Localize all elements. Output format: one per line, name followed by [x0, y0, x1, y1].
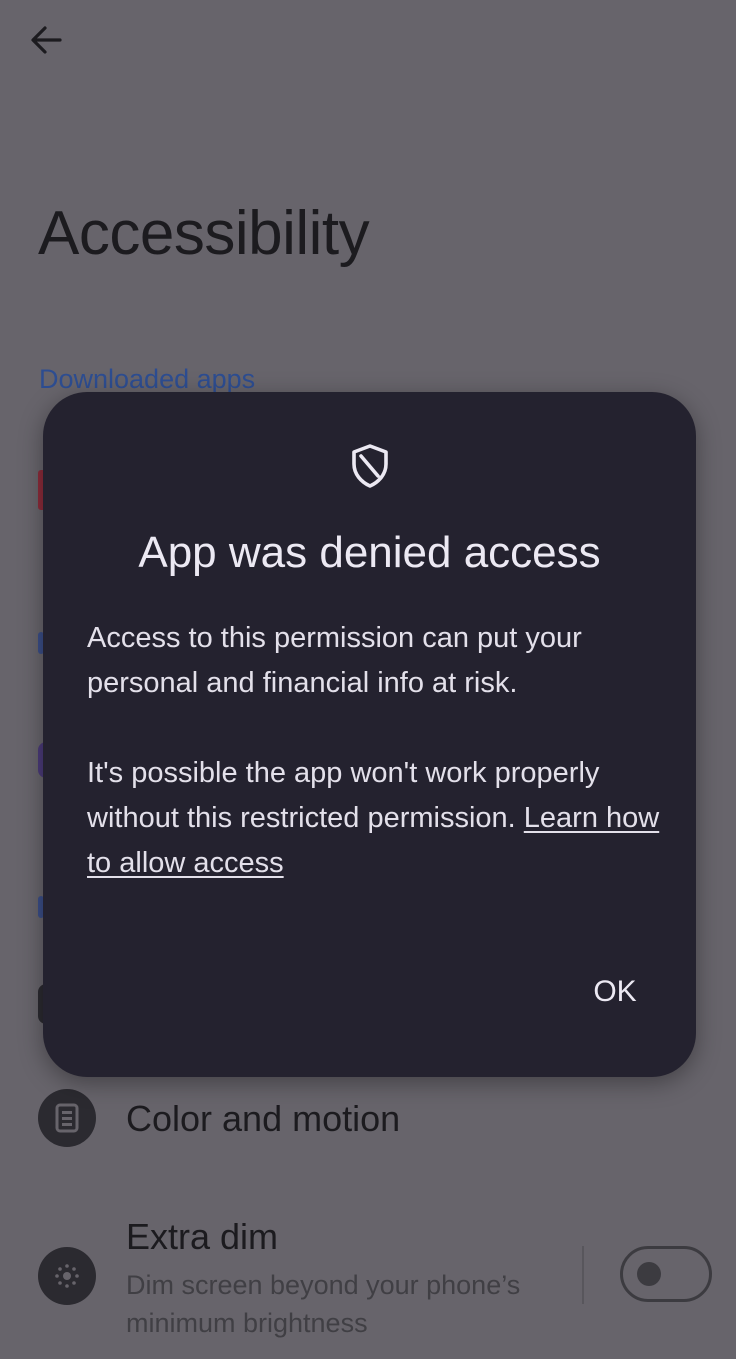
row-divider [582, 1246, 584, 1304]
extra-dim-toggle[interactable] [620, 1246, 712, 1302]
arrow-back-icon [31, 26, 62, 54]
ok-button[interactable]: OK [563, 962, 667, 1022]
extra-dim-icon [55, 1264, 79, 1288]
list-item-title: Extra dim [126, 1216, 279, 1257]
denied-access-dialog: App was denied access Access to this per… [43, 392, 696, 1077]
dialog-title: App was denied access [138, 528, 601, 577]
list-item-title: Color and motion [126, 1098, 401, 1139]
shield-icon [352, 444, 388, 488]
back-button[interactable] [22, 18, 70, 62]
dialog-message-restricted: It's possible the app won't work properl… [87, 751, 667, 886]
dialog-message-risk: Access to this permission can put your p… [87, 622, 582, 699]
dialog-message-text: It's possible the app won't work properl… [87, 757, 600, 834]
dialog-body: Access to this permission can put your p… [87, 616, 667, 886]
color-motion-icon [55, 1103, 79, 1133]
list-item-subtitle: Dim screen beyond your phone’s minimum b… [126, 1270, 521, 1338]
toggle-knob [637, 1262, 661, 1286]
section-header-downloaded-apps: Downloaded apps [39, 364, 256, 394]
page-title: Accessibility [38, 199, 370, 268]
dialog-icon-container [349, 442, 391, 490]
